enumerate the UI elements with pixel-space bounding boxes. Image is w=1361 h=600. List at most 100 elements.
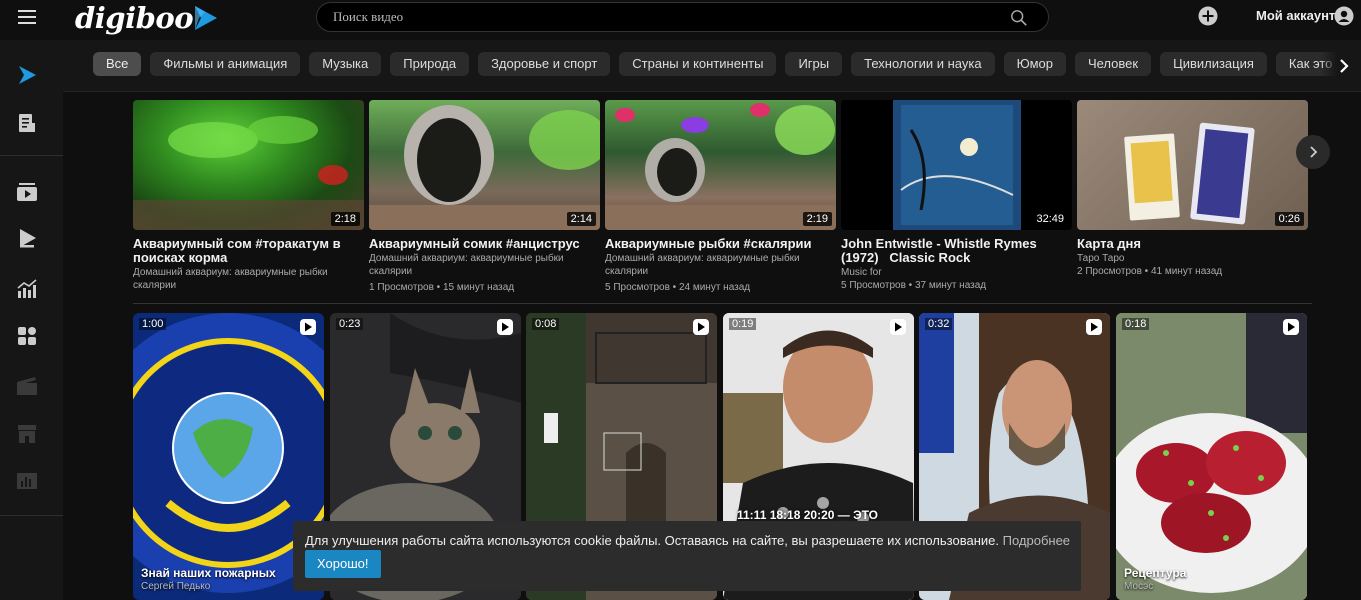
menu-icon[interactable] [18,10,36,26]
chip-health[interactable]: Здоровье и спорт [478,52,611,76]
tarot-cards-image [1124,122,1255,225]
video-title[interactable]: Аквариумные рыбки #скалярии [605,237,836,251]
video-title[interactable]: John Entwistle - Whistle Rymes (1972) Cl… [841,237,1072,265]
shorts-play-icon [300,319,316,335]
sidebar-item-articles[interactable] [14,110,40,136]
video-title[interactable]: Карта дня [1077,237,1308,251]
video-duration: 2:14 [566,212,596,226]
video-meta: 5 Просмотров • 24 минут назад [605,282,751,293]
video-row: 2:18 Аквариумный сом #торакатум в поиска… [133,100,1313,300]
sidebar-item-store[interactable] [14,421,40,447]
video-channel[interactable]: Домашний аквариум: аквариумные рыбки ска… [133,266,364,292]
stats-icon [17,473,37,489]
playlist-video-icon [17,183,37,201]
chip-games[interactable]: Игры [785,52,843,76]
video-card[interactable]: 0:26 Карта дня Таро Таро 2 Просмотров • … [1077,100,1308,300]
short-author[interactable]: Мосэс [1124,581,1153,592]
video-thumbnail[interactable]: 2:14 [369,100,600,230]
video-duration: 32:49 [1032,212,1068,226]
short-title[interactable]: Знай наших пожарных [141,566,276,580]
sidebar-item-categories[interactable] [14,323,40,349]
cookie-message: Для улучшения работы сайта используются … [305,533,1070,548]
chip-tech[interactable]: Технологии и наука [851,52,995,76]
logo-text: digiboo [75,1,194,35]
video-channel[interactable]: Домашний аквариум: аквариумные рыбки ска… [605,252,836,278]
short-author[interactable]: Сергей Педько [141,581,210,592]
cookie-text: Для улучшения работы сайта используются … [305,533,999,548]
sidebar-item-analytics[interactable] [14,468,40,494]
sidebar [0,40,63,600]
search-icon[interactable] [1010,9,1028,27]
shorts-play-icon [693,319,709,335]
account-button[interactable]: Мой аккаунт [1256,8,1335,23]
sidebar-item-studio[interactable] [14,373,40,399]
shorts-play-icon [1283,319,1299,335]
cookie-more-link[interactable]: Подробнее [1003,533,1070,548]
video-thumbnail[interactable]: 2:18 [133,100,364,230]
chip-all[interactable]: Все [93,52,142,76]
shorts-play-icon [890,319,906,335]
video-duration: 2:18 [330,212,360,226]
video-channel[interactable]: Music for [841,266,1072,279]
short-duration: 1:00 [139,318,167,330]
chip-human[interactable]: Человек [1074,52,1152,76]
clapperboard-icon [17,377,37,395]
chip-music[interactable]: Музыка [309,52,382,76]
video-channel[interactable]: Таро Таро [1077,252,1308,265]
sidebar-item-subscriptions[interactable] [14,179,40,205]
short-duration: 0:32 [925,318,953,330]
short-duration: 0:23 [336,318,364,330]
video-card[interactable]: 2:14 Аквариумный сомик #анциструс Домашн… [369,100,600,300]
top-bar: digiboo Мой аккаунт [0,0,1361,40]
chip-nature[interactable]: Природа [390,52,470,76]
video-meta: 5 Просмотров • 37 минут назад [841,280,987,291]
section-divider [133,303,1312,304]
chip-civilization[interactable]: Цивилизация [1160,52,1267,76]
cookie-banner: Для улучшения работы сайта используются … [293,521,1081,591]
cookie-accept-button[interactable]: Хорошо! [305,550,381,578]
chart-icon [17,279,37,298]
sidebar-divider [0,515,63,516]
short-title[interactable]: Рецептура [1124,566,1186,580]
short-card[interactable]: 0:18 Рецептура Мосэс [1116,313,1307,600]
video-card[interactable]: 2:18 Аквариумный сом #торакатум в поиска… [133,100,364,300]
video-duration: 0:26 [1274,212,1304,226]
account-avatar-icon[interactable] [1334,6,1354,26]
video-thumbnail[interactable]: 2:19 [605,100,836,230]
video-thumbnail[interactable]: 0:26 [1077,100,1308,230]
digiboo-play-logo-icon [19,66,36,84]
aquarium-plants-image [133,116,364,230]
album-art-image [893,100,1021,230]
video-card[interactable]: 32:49 John Entwistle - Whistle Rymes (19… [841,100,1072,300]
category-chips-bar: Все Фильмы и анимация Музыка Природа Здо… [63,40,1361,92]
chip-films[interactable]: Фильмы и анимация [150,52,301,76]
videos-scroll-right-button[interactable] [1296,135,1330,169]
short-overlay-caption: 11:11 18:18 20:20 — ЭТО [737,508,878,522]
chevron-right-icon [1340,59,1349,73]
short-duration: 0:19 [729,318,757,330]
category-chips: Все Фильмы и анимация Музыка Природа Здо… [93,52,1361,76]
document-icon [19,114,35,132]
play-icon [20,229,36,248]
video-channel[interactable]: Домашний аквариум: аквариумные рыбки ска… [369,252,600,278]
sidebar-item-trending[interactable] [14,276,40,302]
sidebar-item-home[interactable] [14,62,40,88]
short-duration: 0:08 [532,318,560,330]
short-duration: 0:18 [1122,318,1150,330]
chip-humor[interactable]: Юмор [1003,52,1066,76]
video-thumbnail[interactable]: 32:49 [841,100,1072,230]
shorts-play-icon [497,319,513,335]
chevron-right-icon [1310,146,1318,158]
chips-scroll-right-button[interactable] [1321,40,1361,91]
aquarium-fish-image [605,103,836,230]
video-meta: 2 Просмотров • 41 минут назад [1077,266,1223,277]
logo[interactable]: digiboo [75,0,219,36]
sidebar-item-videos[interactable] [14,225,40,251]
chip-countries[interactable]: Страны и континенты [619,52,777,76]
add-video-icon[interactable] [1198,6,1218,26]
search-input[interactable] [333,3,993,31]
aquarium-pipe-image [369,105,600,230]
video-title[interactable]: Аквариумный сом #торакатум в поисках кор… [133,237,364,265]
video-title[interactable]: Аквариумный сомик #анциструс [369,237,600,251]
video-card[interactable]: 2:19 Аквариумные рыбки #скалярии Домашни… [605,100,836,300]
